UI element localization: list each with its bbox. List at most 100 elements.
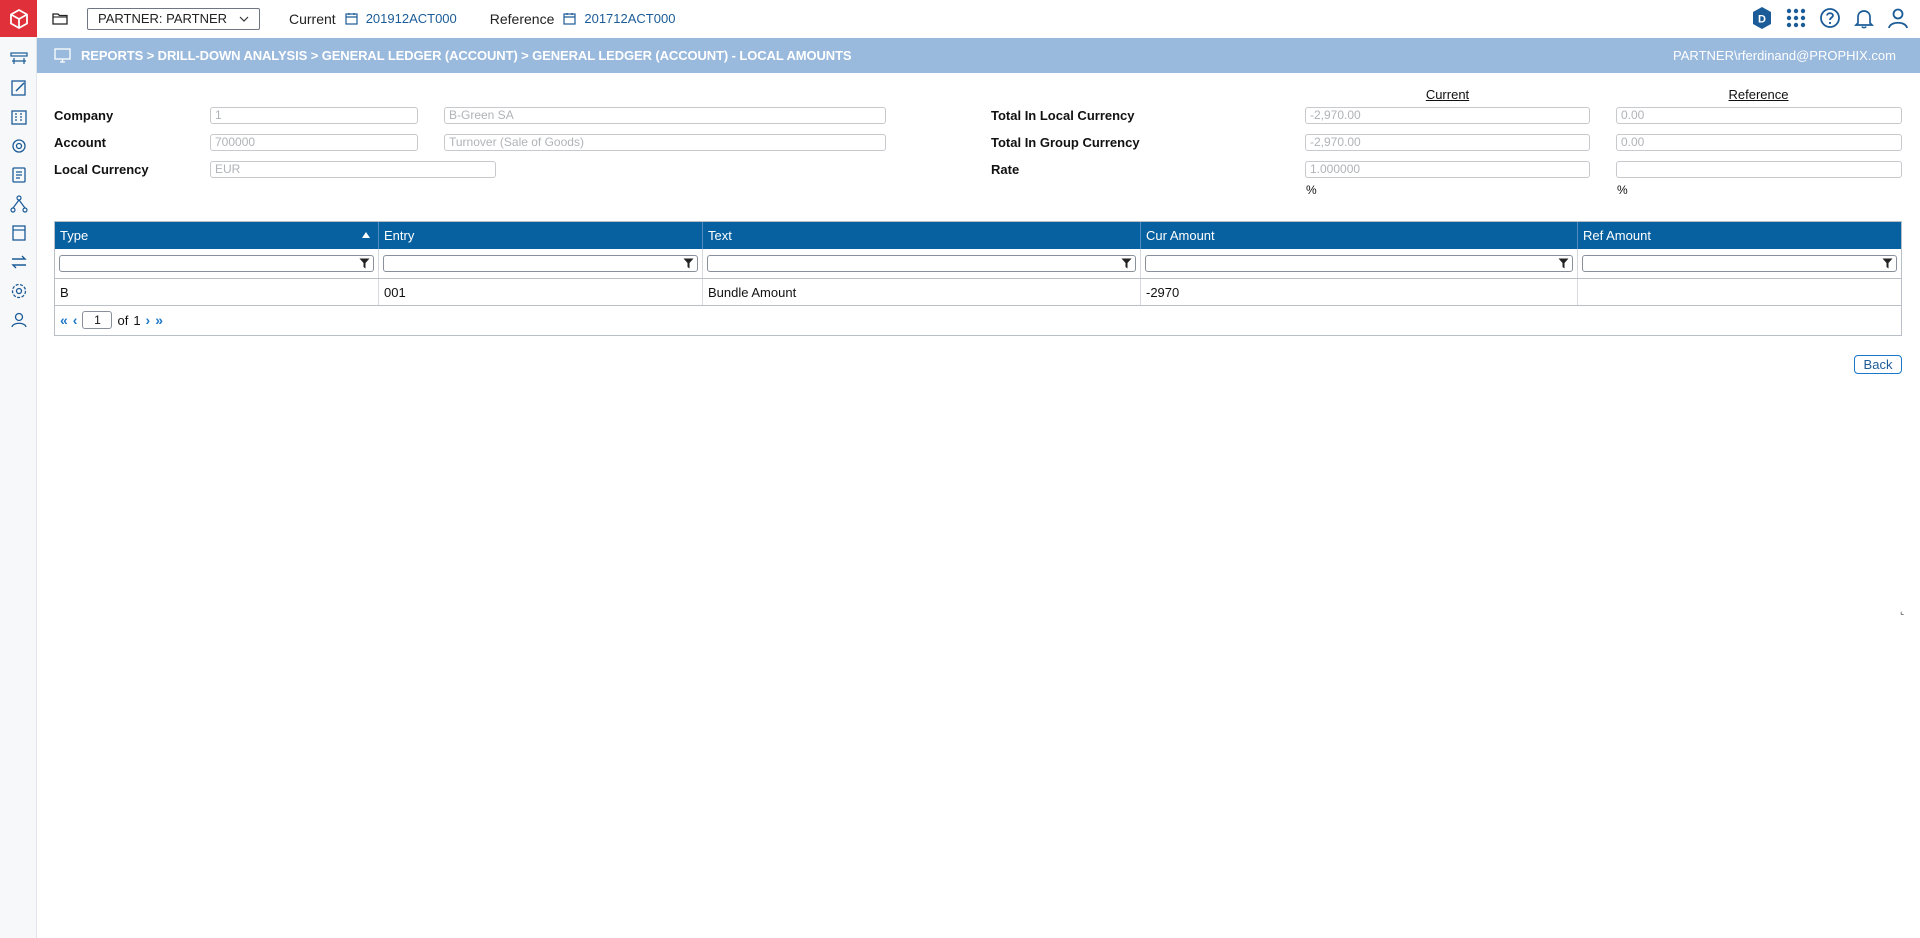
last-page-icon[interactable]: »: [155, 312, 163, 328]
filter-cell-text: [703, 249, 1141, 278]
reference-label: Reference: [489, 10, 555, 27]
cell-entry: 001: [379, 279, 703, 305]
rail-report-icon[interactable]: [0, 160, 37, 189]
account-code-field: 700000: [210, 134, 418, 151]
column-header-entry[interactable]: Entry: [379, 222, 703, 249]
rail-settings-cog-icon[interactable]: [0, 131, 37, 160]
filter-input-ref-amount[interactable]: [1582, 255, 1897, 272]
filter-row: [55, 249, 1901, 279]
rate-reference-percent: %: [1617, 183, 1628, 197]
d-badge-icon[interactable]: D: [1750, 6, 1774, 30]
column-header-label: Cur Amount: [1146, 228, 1215, 243]
left-nav-rail: [0, 0, 37, 938]
previous-page-icon[interactable]: ‹: [73, 312, 78, 328]
resize-grip-icon[interactable]: ⌞: [1900, 606, 1904, 617]
rail-transfer-icon[interactable]: [0, 247, 37, 276]
column-header-label: Type: [60, 228, 89, 243]
filter-input-type[interactable]: [59, 255, 374, 272]
current-user: PARTNER\rferdinand@PROPHIX.com: [1673, 48, 1896, 63]
prophix-logo[interactable]: [0, 0, 37, 37]
help-icon[interactable]: [1818, 6, 1842, 30]
cell-type: B: [55, 279, 379, 305]
rate-label: Rate: [991, 162, 1020, 177]
filter-cell-entry: [379, 249, 703, 278]
cell-text: Bundle Amount: [703, 279, 1141, 305]
total-group-label: Total In Group Currency: [991, 135, 1140, 150]
column-header-cur-amount[interactable]: Cur Amount: [1141, 222, 1578, 249]
rail-users-icon[interactable]: [0, 305, 37, 334]
reference-column-head: Reference: [1728, 87, 1789, 102]
cell-cur-amount: -2970: [1141, 279, 1578, 305]
column-header-text[interactable]: Text: [703, 222, 1141, 249]
filter-funnel-icon[interactable]: [1882, 258, 1893, 269]
next-page-icon[interactable]: ›: [146, 312, 151, 328]
company-name-field: B-Green SA: [444, 107, 886, 124]
reference-scenario-link[interactable]: 201712ACT000: [584, 11, 675, 26]
breadcrumb-band: REPORTS > DRILL-DOWN ANALYSIS > GENERAL …: [37, 38, 1920, 73]
cell-ref-amount: [1578, 279, 1901, 305]
bell-icon[interactable]: [1852, 6, 1876, 30]
column-header-label: Ref Amount: [1583, 228, 1651, 243]
company-code-field: 1: [210, 107, 418, 124]
cube-logo-icon: [9, 8, 28, 29]
filter-funnel-icon[interactable]: [359, 258, 370, 269]
monitor-icon: [54, 47, 72, 64]
total-local-label: Total In Local Currency: [991, 108, 1135, 123]
account-name-field: Turnover (Sale of Goods): [444, 134, 886, 151]
top-right-tools: D: [1750, 6, 1910, 30]
page-number-input[interactable]: 1: [82, 311, 113, 329]
pager-of-label: of: [117, 312, 129, 328]
local-currency-label: Local Currency: [54, 162, 149, 177]
rail-hierarchy-icon[interactable]: [0, 189, 37, 218]
folder-icon[interactable]: [52, 10, 70, 28]
rate-current-percent: %: [1306, 183, 1317, 197]
rail-process-icon[interactable]: [0, 44, 37, 73]
ledger-grid: Type Entry Text Cur Amount Ref Amount B …: [54, 221, 1902, 336]
partner-select[interactable]: PARTNER: PARTNER: [87, 7, 260, 30]
filter-funnel-icon[interactable]: [683, 258, 694, 269]
column-header-ref-amount[interactable]: Ref Amount: [1578, 222, 1901, 249]
back-button[interactable]: Back: [1854, 355, 1902, 374]
breadcrumb: REPORTS > DRILL-DOWN ANALYSIS > GENERAL …: [81, 48, 852, 63]
rail-admin-gear-icon[interactable]: [0, 276, 37, 305]
total-local-reference-field: 0.00: [1616, 107, 1902, 124]
column-header-type[interactable]: Type: [55, 222, 379, 249]
current-scenario-link[interactable]: 201912ACT000: [366, 11, 457, 26]
grid-header: Type Entry Text Cur Amount Ref Amount: [55, 222, 1901, 249]
account-label: Account: [54, 135, 106, 150]
filter-input-entry[interactable]: [383, 255, 698, 272]
current-column-head: Current: [1425, 87, 1470, 102]
calendar-icon[interactable]: [563, 12, 577, 26]
current-label: Current: [289, 10, 336, 27]
app-grid-icon[interactable]: [1784, 6, 1808, 30]
chevron-down-icon: [239, 16, 249, 22]
company-label: Company: [54, 108, 114, 123]
first-page-icon[interactable]: «: [60, 312, 68, 328]
filter-funnel-icon[interactable]: [1558, 258, 1569, 269]
total-group-reference-field: 0.00: [1616, 134, 1902, 151]
sort-ascending-icon: [362, 232, 370, 238]
calendar-icon[interactable]: [345, 12, 359, 26]
local-currency-field: EUR: [210, 161, 496, 178]
column-header-label: Entry: [384, 228, 415, 243]
filter-cell-type: [55, 249, 379, 278]
rate-current-field: 1.000000: [1305, 161, 1590, 178]
pager-total-pages: 1: [133, 312, 141, 328]
total-group-current-field: -2,970.00: [1305, 134, 1590, 151]
column-header-label: Text: [708, 228, 732, 243]
rail-edit-icon[interactable]: [0, 73, 37, 102]
total-local-current-field: -2,970.00: [1305, 107, 1590, 124]
filter-cell-ref-amount: [1578, 249, 1901, 278]
filter-input-text[interactable]: [707, 255, 1136, 272]
grid-pager: « ‹ 1 of 1 › »: [55, 306, 1901, 334]
filter-input-cur-amount[interactable]: [1145, 255, 1573, 272]
filter-cell-cur-amount: [1141, 249, 1578, 278]
top-bar: PARTNER: PARTNER Current 201912ACT000 Re…: [37, 0, 1920, 37]
filter-funnel-icon[interactable]: [1121, 258, 1132, 269]
rail-building-icon[interactable]: [0, 102, 37, 131]
rail-book-icon[interactable]: [0, 218, 37, 247]
table-row[interactable]: B 001 Bundle Amount -2970: [55, 279, 1901, 306]
d-badge-letter: D: [1758, 14, 1766, 26]
rate-reference-field: [1616, 161, 1902, 178]
user-profile-icon[interactable]: [1886, 6, 1910, 30]
